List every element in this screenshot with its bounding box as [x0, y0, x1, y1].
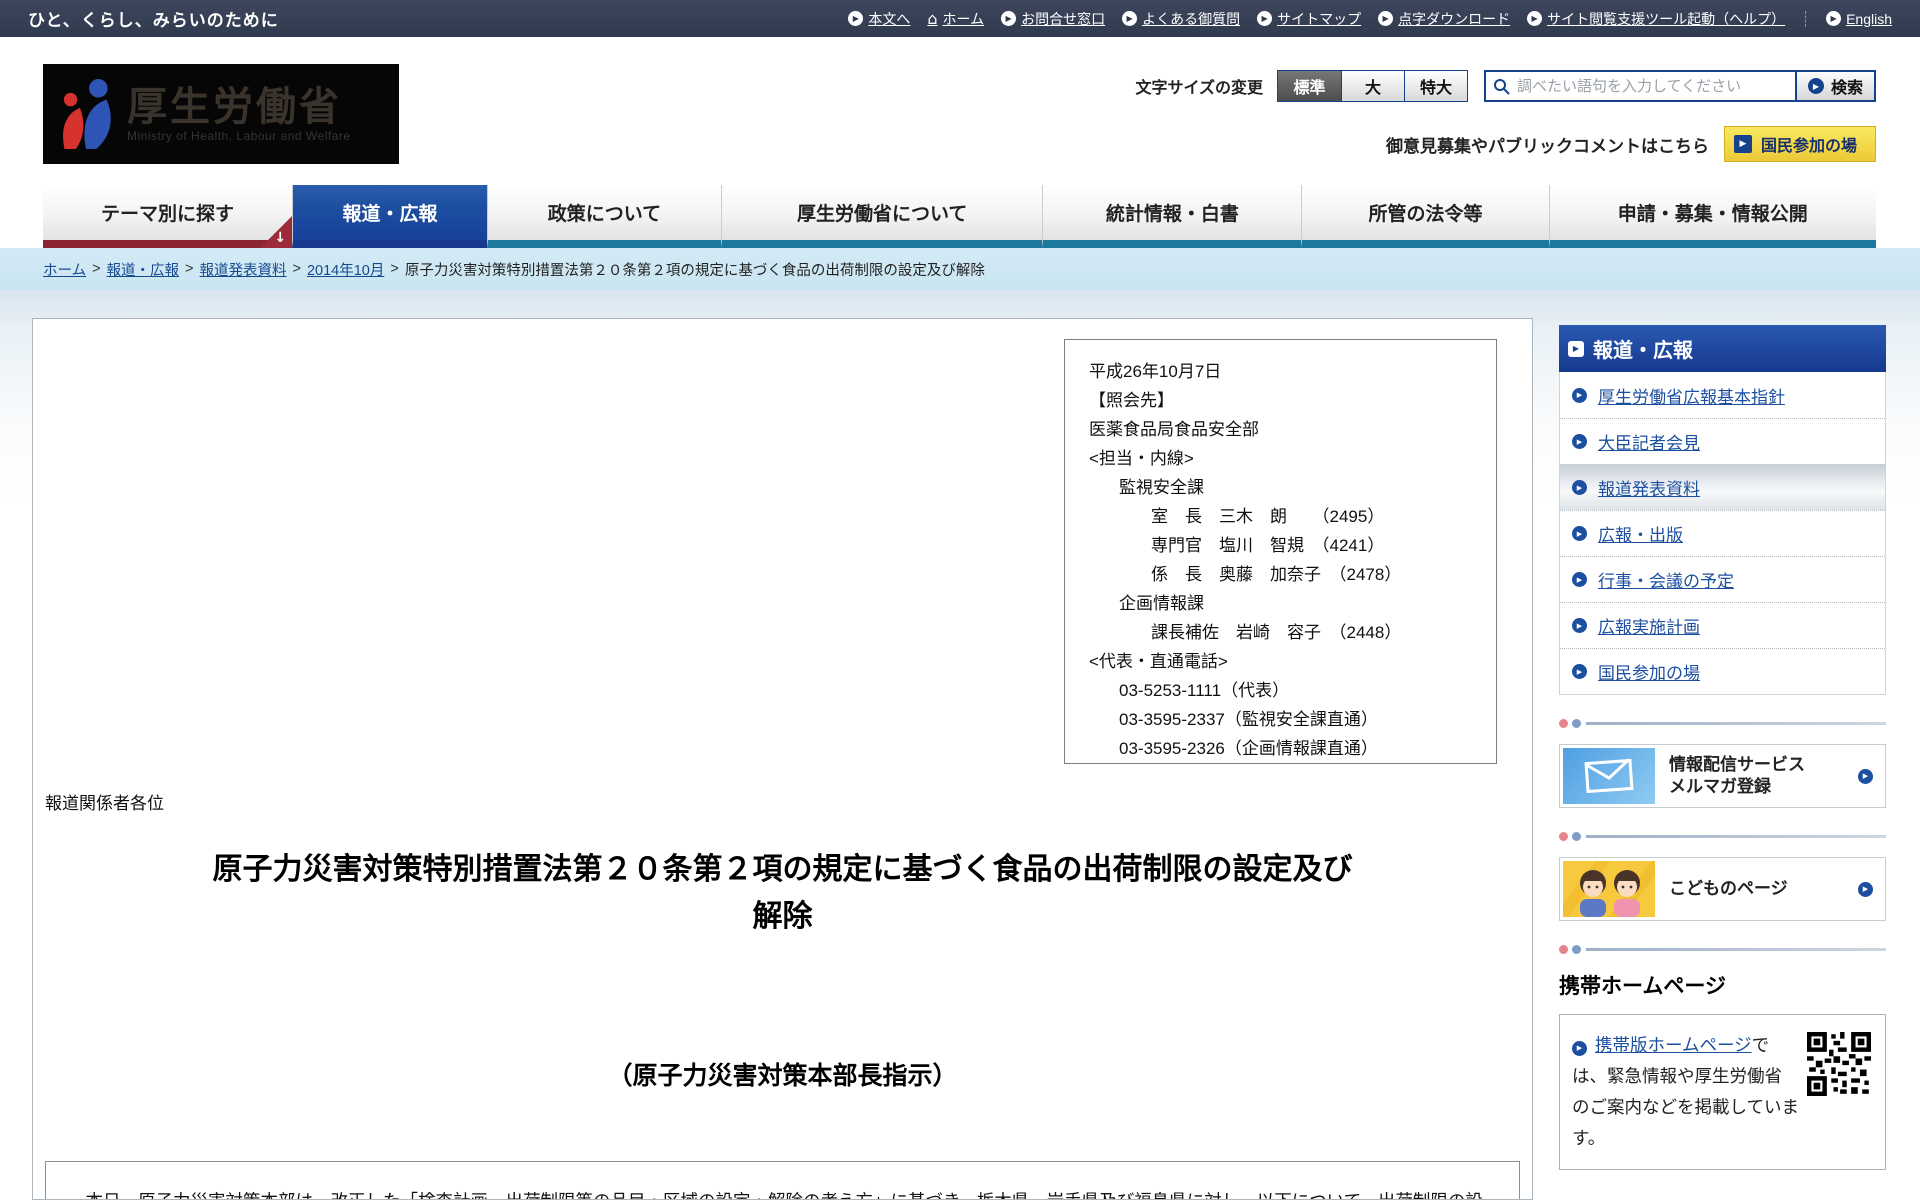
- font-size-standard-button[interactable]: 標準: [1278, 71, 1341, 101]
- sidebar-item-pr-plan[interactable]: ▶ 広報実施計画: [1560, 602, 1885, 648]
- release-body-box: 本日、原子力災害対策本部は、改正した「検査計画、出荷制限等の品目・区域の設定・解…: [45, 1161, 1520, 1199]
- main-area: 平成26年10月7日 【照会先】 医薬食品局食品安全部 <担当・内線> 監視安全…: [0, 290, 1920, 1200]
- mailmag-banner[interactable]: 情報配信サービス メルマガ登録 ▶: [1559, 744, 1886, 808]
- top-link-sitemap[interactable]: ▶ サイトマップ: [1257, 9, 1361, 29]
- mailmag-banner-label: 情報配信サービス メルマガ登録: [1669, 755, 1805, 796]
- nav-tab-policy[interactable]: 政策について: [486, 185, 721, 248]
- divider: [1559, 945, 1886, 954]
- kids-icon: [1563, 861, 1655, 917]
- arrow-circle-icon: ▶: [848, 11, 864, 26]
- logo-subtitle: Ministry of Health, Labour and Welfare: [127, 129, 351, 143]
- nav-tab-statistics[interactable]: 統計情報・白書: [1042, 185, 1302, 248]
- nav-tab-applications[interactable]: 申請・募集・情報公開: [1548, 185, 1876, 248]
- mobile-homepage-link[interactable]: 携帯版ホームページ: [1595, 1035, 1752, 1055]
- arrow-square-icon: ▶: [1568, 340, 1584, 357]
- search-icon: [1494, 78, 1510, 95]
- sidebar-menu: ▶ 厚生労働省広報基本指針 ▶ 大臣記者会見 ▶ 報道発表資料 ▶ 広報・出版 ▶ 行事・…: [1559, 372, 1886, 695]
- font-size-label: 文字サイズの変更: [1135, 80, 1263, 97]
- contact-info-box: 平成26年10月7日 【照会先】 医薬食品局食品安全部 <担当・内線> 監視安全…: [1064, 339, 1497, 764]
- breadcrumb-current-page: 原子力災害対策特別措置法第２０条第２項の規定に基づく食品の出荷制限の設定及び解除: [404, 262, 985, 279]
- press-release-content: 平成26年10月7日 【照会先】 医薬食品局食品安全部 <担当・内線> 監視安全…: [32, 318, 1533, 1200]
- arrow-circle-icon: ▶: [1858, 768, 1873, 784]
- mobile-homepage-box: ▶ 携帯版ホームページでは、緊急情報や厚生労働省のご案内などを掲載しています。: [1559, 1014, 1886, 1170]
- sidebar-item-publications[interactable]: ▶ 広報・出版: [1560, 510, 1885, 556]
- arrow-circle-icon: ▶: [1001, 11, 1017, 26]
- addressee: 報道関係者各位: [45, 794, 164, 813]
- mobile-homepage-heading: 携帯ホームページ: [1559, 975, 1726, 998]
- arrow-circle-icon: ▶: [1122, 11, 1138, 26]
- sidebar-item-events-schedule[interactable]: ▶ 行事・会議の予定: [1560, 556, 1885, 602]
- top-link-english[interactable]: ▶ English: [1826, 11, 1892, 27]
- nav-tab-themes[interactable]: テーマ別に探す ↓: [43, 185, 293, 248]
- top-link-home[interactable]: ⌂ ホーム: [927, 9, 984, 29]
- mhlw-logo[interactable]: 厚生労働省 Ministry of Health, Labour and Wel…: [43, 64, 399, 164]
- home-icon: ⌂: [927, 9, 938, 28]
- arrow-circle-icon: ▶: [1807, 78, 1824, 94]
- public-comment-row: 御意見募集やパブリックコメントはこちら ▶ 国民参加の場: [1386, 126, 1876, 162]
- arrow-circle-icon: ▶: [1572, 664, 1587, 679]
- top-links: ▶ 本文へ ⌂ ホーム ▶ お問合せ窓口 ▶ よくある御質問 ▶ サイトマップ ▶ 点字ダウ…: [848, 9, 1892, 29]
- divider: [1805, 10, 1807, 27]
- site-search: ▶ 検索: [1484, 70, 1876, 102]
- arrow-circle-icon: ▶: [1858, 881, 1873, 897]
- arrow-circle-icon: ▶: [1527, 11, 1543, 26]
- top-link-main-content[interactable]: ▶ 本文へ: [848, 9, 910, 29]
- font-size-xlarge-button[interactable]: 特大: [1404, 71, 1467, 101]
- chevron-down-icon: ↓: [260, 216, 293, 248]
- nav-tab-press[interactable]: 報道・広報: [292, 185, 487, 248]
- breadcrumb-month[interactable]: 2014年10月: [307, 259, 384, 280]
- sidebar-item-minister-press-conference[interactable]: ▶ 大臣記者会見: [1560, 418, 1885, 464]
- breadcrumb-press-releases[interactable]: 報道発表資料: [200, 259, 287, 280]
- search-button[interactable]: ▶ 検索: [1794, 72, 1874, 100]
- public-participation-button[interactable]: ▶ 国民参加の場: [1723, 126, 1876, 162]
- divider: [1559, 719, 1886, 728]
- sidebar-item-press-releases[interactable]: ▶ 報道発表資料: [1560, 464, 1885, 510]
- logo-title: 厚生労働省: [127, 85, 342, 129]
- arrow-circle-icon: ▶: [1826, 11, 1842, 26]
- breadcrumb-home[interactable]: ホーム: [43, 259, 86, 280]
- font-size-large-button[interactable]: 大: [1341, 71, 1404, 101]
- page-title: 原子力災害対策特別措置法第２０条第２項の規定に基づく食品の出荷制限の設定及び解除: [212, 853, 1353, 933]
- font-size-buttons: 標準 大 特大: [1277, 70, 1468, 102]
- arrow-circle-icon: ▶: [1572, 618, 1587, 633]
- arrow-circle-icon: ▶: [1572, 1041, 1587, 1056]
- arrow-circle-icon: ▶: [1378, 11, 1394, 26]
- top-link-accessibility-tool[interactable]: ▶ サイト閲覧支援ツール起動（ヘルプ）: [1527, 9, 1785, 29]
- top-link-braille[interactable]: ▶ 点字ダウンロード: [1378, 9, 1510, 29]
- font-size-controls: 文字サイズの変更 標準 大 特大 ▶ 検索: [1135, 70, 1876, 102]
- top-link-contact[interactable]: ▶ お問合せ窓口: [1001, 9, 1105, 29]
- breadcrumb: ホーム > 報道・広報 > 報道発表資料 > 2014年10月 > 原子力災害対…: [0, 248, 1920, 290]
- page-subtitle: （原子力災害対策本部長指示）: [607, 1062, 958, 1090]
- divider: [1559, 832, 1886, 841]
- sidebar-item-public-participation[interactable]: ▶ 国民参加の場: [1560, 648, 1885, 694]
- mhlw-logo-mark-icon: [63, 79, 111, 149]
- arrow-circle-icon: ▶: [1572, 480, 1587, 495]
- site-header: 厚生労働省 Ministry of Health, Labour and Wel…: [0, 37, 1920, 185]
- breadcrumb-press[interactable]: 報道・広報: [107, 259, 180, 280]
- kids-page-banner[interactable]: こどものページ ▶: [1559, 857, 1886, 921]
- envelope-icon: [1563, 748, 1655, 804]
- site-tagline: ひと、くらし、みらいのために: [28, 11, 279, 30]
- arrow-circle-icon: ▶: [1257, 11, 1273, 26]
- sidebar-item-pr-policy[interactable]: ▶ 厚生労働省広報基本指針: [1560, 372, 1885, 418]
- arrow-circle-icon: ▶: [1572, 572, 1587, 587]
- nav-tab-about-mhlw[interactable]: 厚生労働省について: [720, 185, 1043, 248]
- search-input[interactable]: [1517, 77, 1795, 95]
- kids-banner-label: こどものページ: [1669, 879, 1788, 898]
- global-navigation: テーマ別に探す ↓ 報道・広報 政策について 厚生労働省について 統計情報・白書…: [0, 185, 1920, 248]
- sidebar: ▶ 報道・広報 ▶ 厚生労働省広報基本指針 ▶ 大臣記者会見 ▶ 報道発表資料 ▶ 広報…: [1559, 325, 1886, 1170]
- qr-code: [1807, 1032, 1871, 1096]
- top-utility-bar: ひと、くらし、みらいのために ▶ 本文へ ⌂ ホーム ▶ お問合せ窓口 ▶ よくある御質…: [0, 0, 1920, 37]
- arrow-square-icon: ▶: [1733, 135, 1752, 153]
- top-link-faq[interactable]: ▶ よくある御質問: [1122, 9, 1240, 29]
- public-comment-text: 御意見募集やパブリックコメントはこちら: [1385, 136, 1709, 156]
- arrow-circle-icon: ▶: [1572, 526, 1587, 541]
- arrow-circle-icon: ▶: [1572, 387, 1587, 403]
- nav-tab-laws[interactable]: 所管の法令等: [1301, 185, 1549, 248]
- release-date: 平成26年10月7日: [1089, 362, 1222, 381]
- sidebar-header-press: ▶ 報道・広報: [1559, 325, 1886, 372]
- arrow-circle-icon: ▶: [1572, 434, 1587, 449]
